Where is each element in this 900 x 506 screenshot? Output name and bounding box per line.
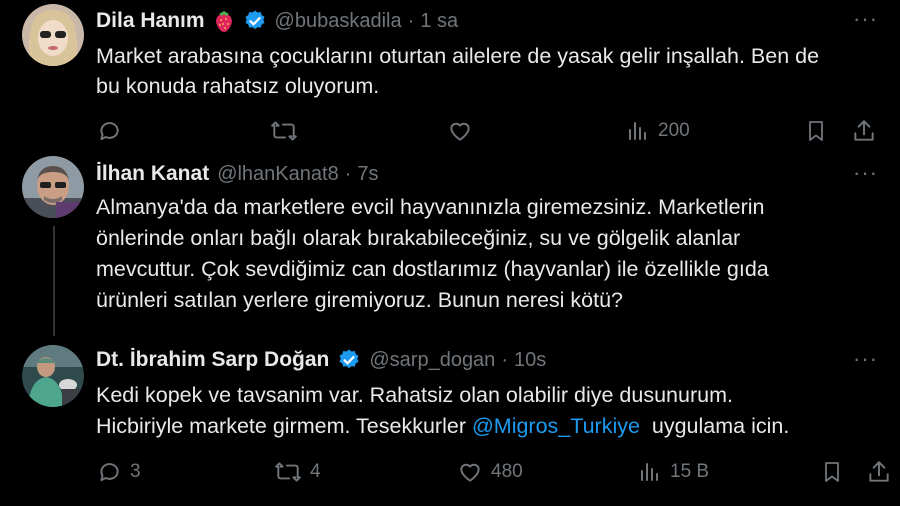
tweet-text: Almanya'da da marketlere evcil hayvanını… bbox=[96, 192, 769, 316]
action-bar: 3 4 480 15 B bbox=[0, 459, 900, 489]
analytics-icon bbox=[641, 463, 658, 481]
separator-dot: · bbox=[344, 162, 352, 185]
share-icon bbox=[854, 120, 874, 141]
tweet-text-segment: Hicbiriyle markete girmem. Tesekkurler bbox=[96, 414, 472, 438]
heart-icon bbox=[450, 122, 470, 141]
bookmark-button[interactable] bbox=[820, 459, 844, 485]
author-handle[interactable]: @lhanKanat8 bbox=[217, 163, 339, 186]
verified-badge-icon bbox=[243, 9, 267, 33]
author-handle[interactable]: @bubaskadila bbox=[275, 10, 402, 33]
tweet-2[interactable]: İlhan Kanat @lhanKanat8 · 7s ··· Almanya… bbox=[0, 150, 900, 340]
author-name[interactable]: Dila Hanım bbox=[96, 9, 205, 33]
tweet-text: Kedi kopek ve tavsanim var. Rahatsiz ola… bbox=[96, 380, 789, 442]
separator-dot: · bbox=[407, 9, 415, 32]
bookmark-button[interactable] bbox=[804, 118, 828, 144]
tweet-text-line: bu konuda rahatsız oluyorum. bbox=[96, 74, 380, 98]
tweet-text-line: mevcuttur. Çok sevdiğimiz can dostlarımı… bbox=[96, 257, 769, 281]
author-handle[interactable]: @sarp_dogan bbox=[369, 349, 495, 372]
reply-icon bbox=[100, 463, 119, 482]
reply-icon bbox=[100, 122, 119, 141]
share-button[interactable] bbox=[866, 459, 892, 485]
share-icon bbox=[869, 461, 889, 482]
tweet-3[interactable]: Dt. İbrahim Sarp Doğan @sarp_dogan · 10s… bbox=[0, 340, 900, 506]
reply-button[interactable]: 3 bbox=[96, 459, 141, 485]
views-count: 200 bbox=[658, 120, 690, 141]
author-name[interactable]: Dt. İbrahim Sarp Doğan bbox=[96, 348, 329, 372]
avatar-ibrahim[interactable] bbox=[22, 345, 84, 407]
bookmark-icon bbox=[809, 121, 823, 141]
tweet-text-line: Hicbiriyle markete girmem. Tesekkurler @… bbox=[96, 411, 789, 442]
verified-badge-icon bbox=[337, 348, 361, 372]
retweet-count: 4 bbox=[310, 461, 321, 482]
more-options-button[interactable]: ··· bbox=[853, 346, 878, 372]
timestamp[interactable]: 1 sa bbox=[420, 10, 458, 33]
tweet-text-line: Kedi kopek ve tavsanim var. Rahatsiz ola… bbox=[96, 383, 733, 407]
author-name[interactable]: İlhan Kanat bbox=[96, 162, 209, 186]
more-options-button[interactable]: ··· bbox=[853, 6, 878, 32]
mention-link[interactable]: @Migros_Turkiye bbox=[472, 414, 640, 438]
tweet-text-segment: uygulama icin. bbox=[639, 414, 790, 438]
like-count: 480 bbox=[491, 461, 523, 482]
heart-icon bbox=[460, 463, 480, 482]
retweet-icon bbox=[271, 121, 297, 141]
views-button[interactable]: 15 B bbox=[638, 459, 709, 485]
tweet-text-line: Market arabasına çocuklarını oturtan ail… bbox=[96, 44, 820, 68]
tweet-text-line: ürünleri satılan yerlere giremiyoruz. Bu… bbox=[96, 288, 624, 312]
avatar-ilhan[interactable] bbox=[22, 156, 84, 218]
views-button[interactable]: 200 bbox=[626, 118, 690, 144]
thread-line bbox=[53, 226, 55, 336]
timestamp[interactable]: 7s bbox=[357, 163, 378, 186]
retweet-button[interactable] bbox=[270, 118, 298, 144]
avatar-dila[interactable] bbox=[22, 4, 84, 66]
tweet-text-line: önlerinde onları bağlı olarak bırakabile… bbox=[96, 226, 741, 250]
reply-button[interactable] bbox=[96, 118, 122, 144]
share-button[interactable] bbox=[851, 118, 877, 144]
like-button[interactable]: 480 bbox=[457, 459, 523, 485]
like-button[interactable] bbox=[447, 118, 473, 144]
tweet-1[interactable]: Dila Hanım @bubaskadila · 1 sa ··· Marke… bbox=[0, 0, 900, 160]
strawberry-icon bbox=[213, 9, 235, 33]
retweet-button[interactable]: 4 bbox=[274, 459, 321, 485]
reply-count: 3 bbox=[130, 461, 141, 482]
more-options-button[interactable]: ··· bbox=[853, 160, 878, 186]
analytics-icon bbox=[629, 122, 646, 140]
tweet-text: Market arabasına çocuklarını oturtan ail… bbox=[96, 41, 819, 101]
separator-dot: · bbox=[501, 348, 508, 371]
views-count: 15 B bbox=[670, 461, 710, 482]
tweet-text-line: Almanya'da da marketlere evcil hayvanını… bbox=[96, 195, 765, 219]
timestamp[interactable]: 10s bbox=[514, 349, 546, 372]
bookmark-icon bbox=[825, 462, 839, 482]
action-bar: 200 bbox=[0, 118, 900, 148]
retweet-icon bbox=[275, 462, 301, 482]
